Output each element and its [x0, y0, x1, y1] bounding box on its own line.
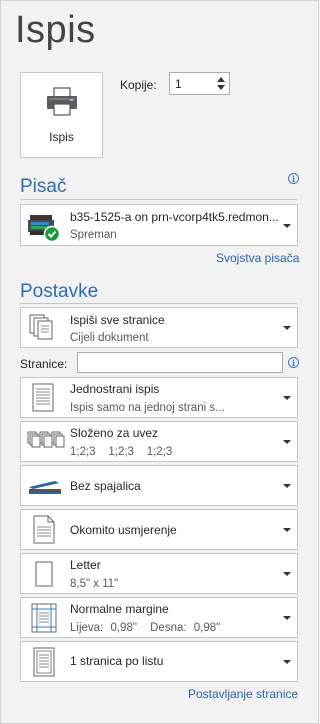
paper-size-icon [27, 560, 61, 595]
settings-section-title: Postavke [20, 281, 99, 302]
right-margin-label: Desna: [150, 622, 187, 634]
margins-dropdown[interactable]: Normalne margine Lijeva: 0,98" Desna: 0,… [20, 597, 298, 638]
pages-icon [27, 314, 61, 349]
chevron-down-icon [283, 224, 291, 228]
divider [20, 303, 297, 304]
option-subtitle: Cijeli dokument [70, 332, 149, 344]
left-margin-value: 0,98" [110, 622, 137, 634]
copies-stepper[interactable]: 1 [169, 72, 230, 95]
one-sided-icon [27, 383, 61, 418]
pages-per-sheet-icon [27, 647, 61, 682]
copies-value[interactable]: 1 [175, 77, 182, 91]
chevron-down-icon [283, 440, 291, 444]
option-subtitle: 1;2;3 1;2;3 1;2;3 [70, 446, 173, 458]
option-subtitle: Ispis samo na jednoj strani s... [70, 402, 225, 414]
printer-dropdown[interactable]: b35-1525-a on prn-vcorp4tk5.redmon... Sp… [20, 204, 298, 246]
printer-section-title: Pisač [20, 176, 67, 197]
pages-input[interactable] [77, 352, 283, 373]
left-margin-label: Lijeva: [70, 622, 104, 634]
option-title: Normalne margine [70, 602, 169, 616]
print-button[interactable]: Ispis [20, 72, 103, 158]
collation-dropdown[interactable]: Složeno za uvez 1;2;3 1;2;3 1;2;3 [20, 421, 298, 462]
option-title: Ispiši sve stranice [70, 313, 165, 327]
option-title: Složeno za uvez [70, 426, 159, 440]
option-title: Bez spajalica [70, 479, 141, 493]
printer-ready-icon [27, 211, 61, 248]
option-title: Jednostrani ispis [70, 382, 160, 396]
pages-label: Stranice: [20, 357, 68, 371]
decrement-icon[interactable] [216, 83, 226, 92]
margins-icon [27, 603, 61, 638]
divider [20, 199, 297, 200]
paper-size-dropdown[interactable]: Letter 8,5" x 11" [20, 553, 298, 594]
portrait-icon [27, 515, 61, 550]
chevron-down-icon [283, 660, 291, 664]
option-title: Okomito usmjerenje [70, 523, 177, 537]
chevron-down-icon [283, 528, 291, 532]
chevron-down-icon [283, 572, 291, 576]
info-icon[interactable]: i [288, 173, 299, 184]
sides-dropdown[interactable]: Jednostrani ispis Ispis samo na jednoj s… [20, 377, 298, 418]
copies-label: Kopije: [120, 78, 157, 92]
right-margin-value: 0,98" [193, 622, 221, 634]
option-title: 1 stranica po listu [70, 654, 164, 668]
info-icon[interactable]: i [288, 357, 299, 368]
page-setup-link[interactable]: Postavljanje stranice [188, 687, 298, 701]
chevron-down-icon [283, 396, 291, 400]
print-button-label: Ispis [49, 130, 74, 144]
option-title: Letter [70, 558, 101, 572]
chevron-down-icon [283, 484, 291, 488]
printer-status: Spreman [70, 229, 117, 241]
collated-icon [27, 430, 65, 459]
page-title: Ispis [15, 9, 96, 51]
chevron-down-icon [283, 616, 291, 620]
backstage-print-pane: Ispis Ispis Kopije: 1 Pisač i b35-1525-a… [0, 0, 319, 724]
chevron-down-icon [283, 326, 291, 330]
staple-dropdown[interactable]: Bez spajalica [20, 465, 298, 506]
option-subtitle: 8,5" x 11" [70, 578, 119, 590]
printer-properties-link[interactable]: Svojstva pisača [216, 251, 299, 265]
option-subtitle: Lijeva: 0,98" Desna: 0,98" [70, 622, 220, 634]
orientation-dropdown[interactable]: Okomito usmjerenje [20, 509, 298, 550]
printer-name: b35-1525-a on prn-vcorp4tk5.redmon... [70, 210, 279, 224]
pages-per-sheet-dropdown[interactable]: 1 stranica po listu [20, 641, 298, 682]
printer-icon [45, 87, 79, 122]
print-range-dropdown[interactable]: Ispiši sve stranice Cijeli dokument [20, 307, 298, 348]
stapler-icon [27, 477, 63, 502]
